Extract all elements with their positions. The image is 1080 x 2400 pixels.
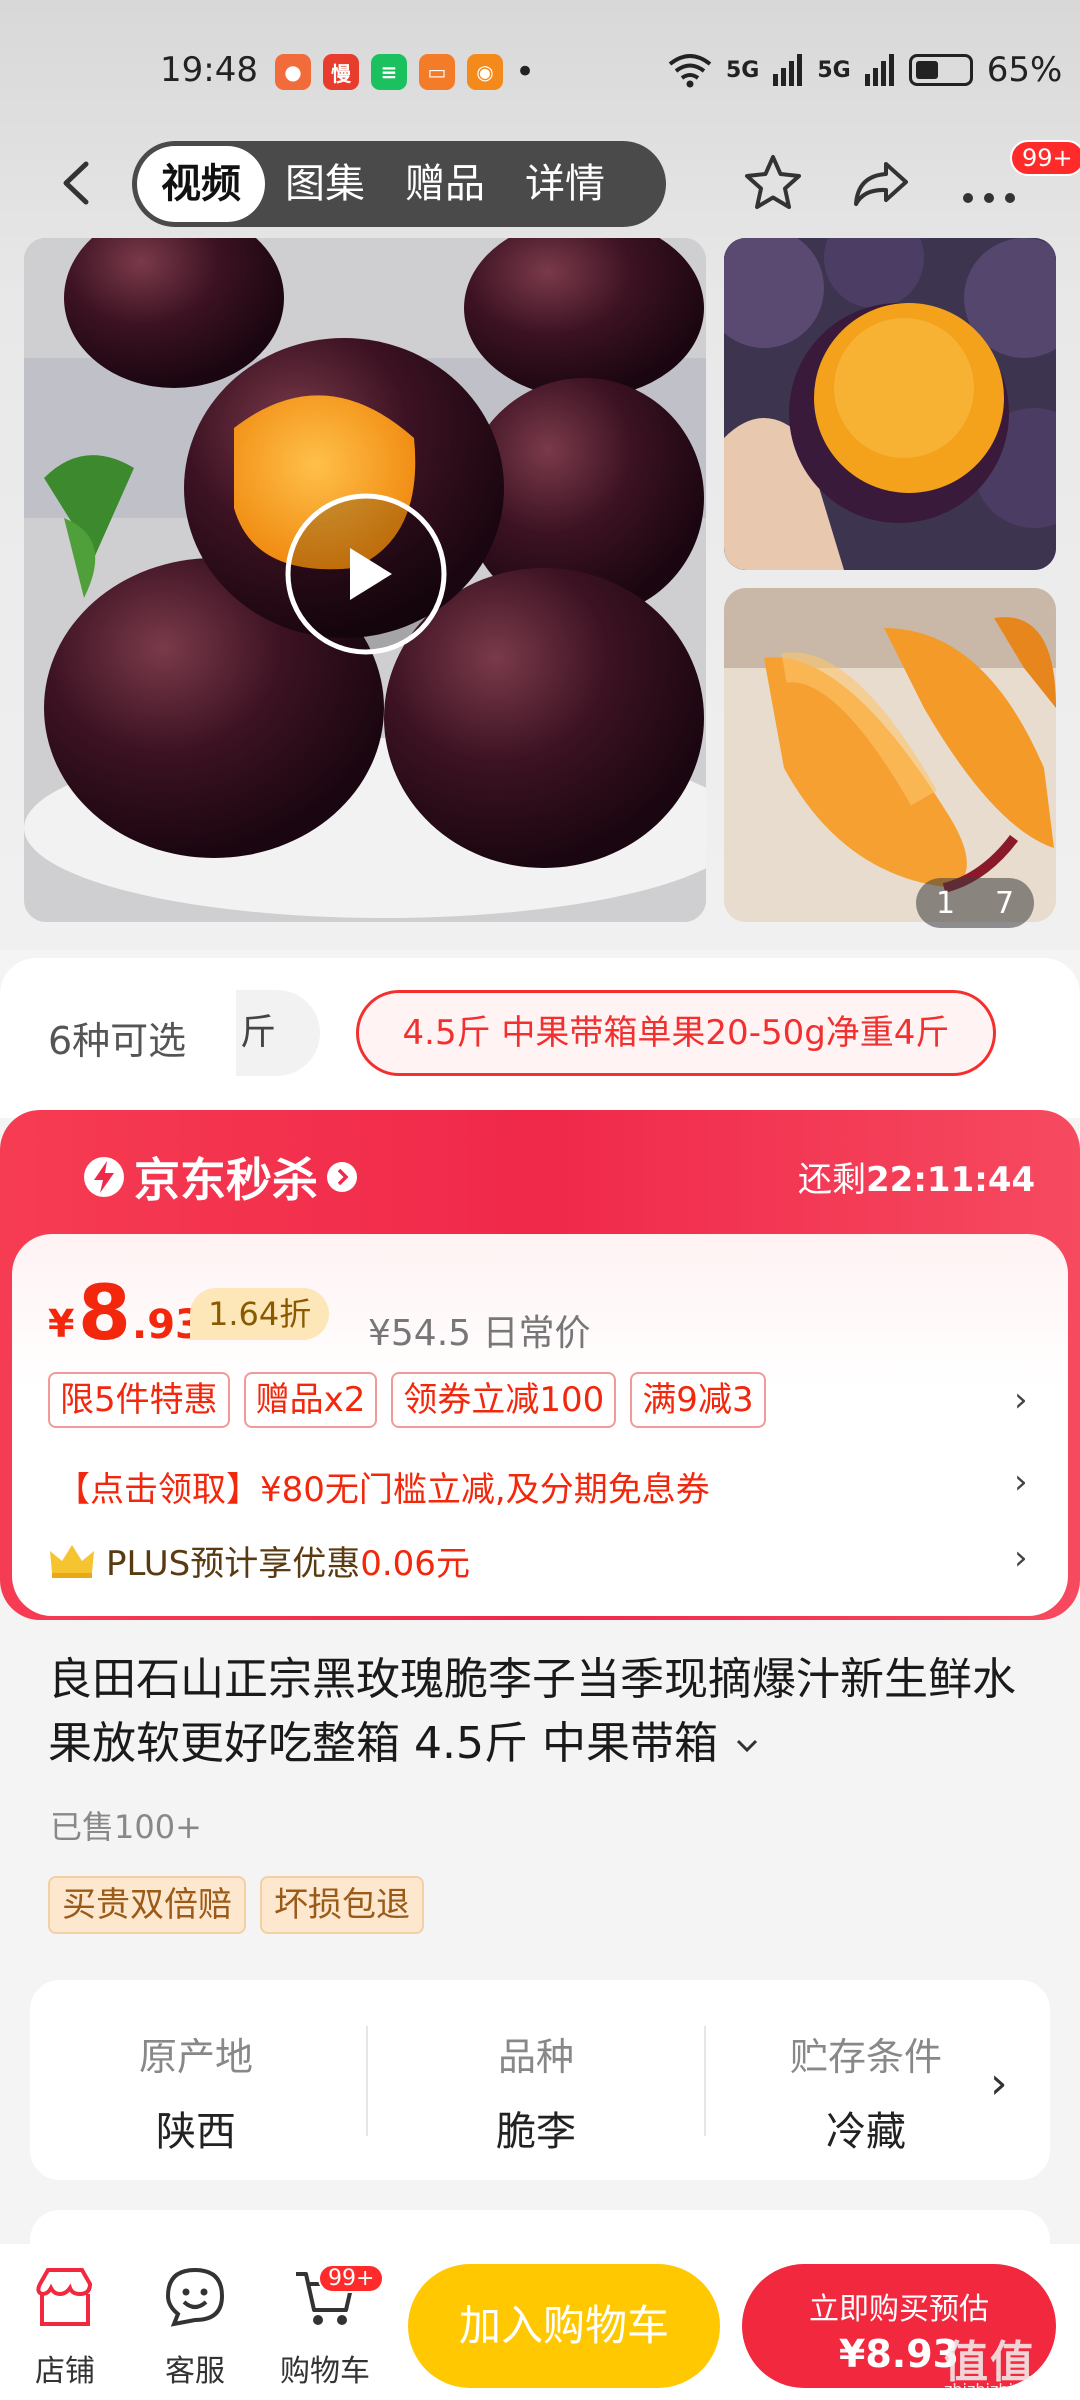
- variant-chip-partial[interactable]: 斤: [236, 990, 320, 1076]
- image-counter: 1 7: [916, 878, 1034, 928]
- crown-icon: [50, 1544, 94, 1578]
- promo-tags[interactable]: 限5件特惠 赠品x2 领券立减100 满9减3: [48, 1372, 766, 1428]
- plus-label: PLUS预计享优惠: [106, 1544, 361, 1584]
- battery-icon: [908, 54, 973, 86]
- status-app-icons: ● 慢 ≡ ▭ ◉ •: [275, 54, 535, 90]
- product-title[interactable]: 良田石山正宗黑玫瑰脆李子当季现摘爆汁新生鲜水果放软更好吃整箱 4.5斤 中果带箱: [48, 1648, 1038, 1776]
- original-price: ¥54.5 日常价: [368, 1313, 591, 1354]
- gallery-thumb-1[interactable]: [724, 238, 1056, 570]
- lightning-icon: [84, 1157, 124, 1197]
- store-button[interactable]: 店铺: [10, 2262, 120, 2390]
- coupon-chevron-icon[interactable]: ›: [1014, 1462, 1028, 1502]
- attribute-origin: 原产地 陕西: [96, 2026, 296, 2157]
- promo-tag[interactable]: 领券立减100: [391, 1372, 617, 1428]
- attribute-key: 品种: [497, 2035, 574, 2079]
- countdown-time: 22:11:44: [866, 1160, 1036, 1200]
- app-icon-3: ≡: [371, 54, 407, 90]
- discount-badge: 1.64折: [190, 1288, 330, 1340]
- app-icon-2: 慢: [323, 54, 359, 90]
- signal-bars-1-icon: [773, 54, 803, 86]
- promo-tag[interactable]: 赠品x2: [243, 1372, 378, 1428]
- service-tag[interactable]: 坏损包退: [260, 1876, 424, 1934]
- status-dot: •: [515, 52, 536, 92]
- plus-discount[interactable]: PLUS预计享优惠 0.06元: [48, 1536, 470, 1585]
- app-icon-4: ▭: [419, 54, 455, 90]
- coupon-claim[interactable]: 【点击领取】¥80无门槛立减,及分期免息券: [56, 1462, 710, 1511]
- add-to-cart-button[interactable]: 加入购物车: [408, 2264, 720, 2388]
- flash-sale-title: 京东秒杀: [134, 1153, 318, 1207]
- plus-chevron-icon[interactable]: ›: [1014, 1538, 1028, 1578]
- product-title-text: 良田石山正宗黑玫瑰脆李子当季现摘爆汁新生鲜水果放软更好吃整箱 4.5斤 中果带箱: [48, 1654, 1016, 1769]
- image-counter-current: 1: [935, 885, 956, 921]
- signal-5g-1: 5G: [726, 57, 760, 83]
- attribute-variety: 品种 脆李: [436, 2026, 636, 2157]
- chevron-down-icon[interactable]: [732, 1734, 762, 1758]
- plum-slices-image: [724, 588, 1056, 922]
- variant-chip-selected[interactable]: 4.5斤 中果带箱单果20-50g净重4斤: [356, 990, 996, 1076]
- top-nav: 视频 图集 赠品 详情: [0, 136, 1080, 232]
- tab-video[interactable]: 视频: [137, 146, 265, 222]
- attribute-value: 陕西: [156, 2109, 236, 2155]
- more-badge: 99+: [1010, 140, 1080, 176]
- share-icon[interactable]: [850, 152, 912, 214]
- cart-badge: 99+: [318, 2264, 385, 2293]
- flash-countdown: 还剩22:11:44: [798, 1152, 1035, 1201]
- promo-tag[interactable]: 满9减3: [630, 1372, 766, 1428]
- attributes-more-chevron-icon[interactable]: ›: [990, 2058, 1008, 2109]
- signal-bars-2-icon: [864, 54, 894, 86]
- status-right: 5G 5G 65%: [668, 50, 1062, 90]
- buy-now-label: 立即购买预估: [809, 2292, 989, 2327]
- promo-tag[interactable]: 限5件特惠: [48, 1372, 230, 1428]
- attribute-value: 冷藏: [826, 2109, 906, 2155]
- cart-label: 购物车: [280, 2354, 370, 2389]
- plum-in-hand-image: [724, 238, 1056, 570]
- variant-count[interactable]: 6种可选: [48, 1010, 186, 1065]
- flash-sale-logo[interactable]: 京东秒杀: [82, 1144, 358, 1210]
- wifi-icon: [668, 54, 712, 88]
- app-icon-5: ◉: [467, 54, 503, 90]
- attribute-divider: [704, 2026, 706, 2136]
- service-tag[interactable]: 买贵双倍赔: [48, 1876, 246, 1934]
- customer-service-button[interactable]: 客服: [140, 2262, 250, 2390]
- attribute-divider: [366, 2026, 368, 2136]
- favorite-star-icon[interactable]: [742, 152, 804, 214]
- customer-service-label: 客服: [165, 2354, 225, 2389]
- status-bar: 19:48 ● 慢 ≡ ▭ ◉ • 5G 5G 65%: [0, 36, 1080, 106]
- watermark-url: zhizhizhi.com: [944, 2380, 1053, 2399]
- tab-details[interactable]: 详情: [505, 141, 625, 227]
- price-currency: ¥: [48, 1302, 75, 1346]
- attribute-key: 贮存条件: [789, 2035, 942, 2079]
- gallery-thumb-2[interactable]: [724, 588, 1056, 922]
- play-video-icon[interactable]: [282, 490, 450, 658]
- price-integer: 8: [78, 1268, 131, 1357]
- main-video-image[interactable]: [24, 238, 706, 922]
- tab-gifts[interactable]: 赠品: [385, 141, 505, 227]
- image-counter-total: 7: [994, 885, 1015, 921]
- media-tabs: 视频 图集 赠品 详情: [132, 141, 666, 227]
- chevron-right-circle-icon: [327, 1162, 357, 1192]
- store-label: 店铺: [35, 2354, 95, 2389]
- chat-face-icon: [165, 2267, 225, 2327]
- store-icon: [36, 2268, 93, 2326]
- tab-gallery[interactable]: 图集: [265, 141, 385, 227]
- promo-chevron-icon[interactable]: ›: [1014, 1380, 1028, 1420]
- app-icon-1: ●: [275, 54, 311, 90]
- sold-count: 已售100+: [50, 1808, 202, 1846]
- signal-5g-2: 5G: [817, 57, 851, 83]
- attribute-key: 原产地: [138, 2035, 253, 2079]
- back-arrow-icon[interactable]: [52, 158, 102, 208]
- battery-percent: 65%: [986, 50, 1063, 90]
- countdown-label: 还剩: [798, 1160, 866, 1200]
- attribute-value: 脆李: [496, 2109, 576, 2155]
- attribute-storage: 贮存条件 冷藏: [776, 2026, 956, 2157]
- service-tags: 买贵双倍赔 坏损包退: [48, 1876, 424, 1934]
- status-time: 19:48: [160, 50, 258, 90]
- plus-amount: 0.06元: [360, 1544, 470, 1584]
